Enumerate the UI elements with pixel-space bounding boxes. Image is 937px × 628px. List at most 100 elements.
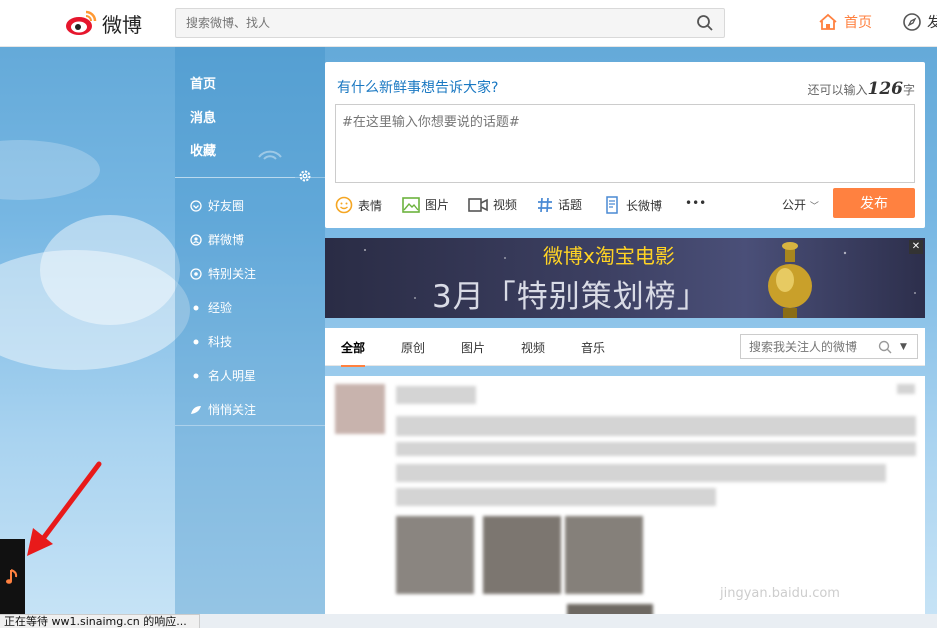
video-icon: [468, 197, 488, 212]
avatar[interactable]: [335, 384, 385, 434]
sidebar-item-friends-circle[interactable]: 好友圈: [190, 197, 244, 214]
sidebar-item-special-follow[interactable]: 特别关注: [190, 265, 256, 282]
long-weibo-button[interactable]: 长微博: [605, 196, 662, 214]
video-label: 视频: [493, 198, 518, 212]
tab-all[interactable]: 全部: [341, 339, 366, 367]
promo-banner[interactable]: 微博x淘宝电影 3月「特别策划榜」 ✕: [325, 238, 925, 318]
top-bar: 微博 首页 发: [0, 0, 937, 47]
compass-icon: [903, 13, 921, 31]
topic-label: 话题: [558, 198, 583, 212]
emoji-icon: [335, 196, 353, 214]
hashtag-icon: [538, 197, 552, 212]
left-sidebar: 首页 消息 收藏 好友圈 群微博 特别关注 经验 科技 名人明星 悄悄关注: [175, 47, 325, 617]
trophy-icon: [768, 242, 812, 318]
search-icon[interactable]: [696, 14, 714, 32]
friends-circle-icon: [190, 199, 202, 212]
compose-box: 有什么新鲜事想告诉大家? 还可以输入126字 表情 图片 视频 话题 长微博 •…: [325, 62, 925, 228]
sidebar-divider: [175, 177, 295, 178]
sidebar-item-label: 经验: [208, 301, 233, 315]
feed-text-line: [396, 416, 916, 436]
sidebar-item-label: 科技: [208, 335, 233, 349]
emoji-label: 表情: [358, 198, 383, 213]
music-note-icon[interactable]: [5, 567, 21, 587]
feed-image[interactable]: [483, 516, 561, 594]
sidebar-item-label: 悄悄关注: [208, 403, 257, 417]
feed-list: [325, 376, 925, 618]
feed-search[interactable]: ▼: [740, 334, 918, 359]
banner-title: 微博x淘宝电影: [543, 244, 675, 268]
weibo-logo[interactable]: 微博: [64, 8, 146, 38]
background-cloud: [40, 215, 180, 325]
sidebar-item-secret-follow[interactable]: 悄悄关注: [190, 401, 256, 418]
video-button[interactable]: 视频: [468, 196, 517, 213]
sidebar-item-tech[interactable]: 科技: [190, 333, 232, 350]
wifi-decoration-icon: [258, 150, 282, 160]
background-cloud: [0, 140, 100, 200]
tab-music[interactable]: 音乐: [581, 339, 605, 356]
global-search[interactable]: [175, 8, 725, 38]
dot-icon: [190, 370, 202, 382]
image-button[interactable]: 图片: [402, 196, 449, 213]
dot-icon: [190, 302, 202, 314]
dot-icon: [190, 336, 202, 348]
sidebar-item-celebrities[interactable]: 名人明星: [190, 367, 256, 384]
tab-videos[interactable]: 视频: [521, 339, 545, 356]
bottom-strip: [200, 614, 937, 628]
sidebar-item-messages[interactable]: 消息: [190, 107, 216, 126]
feed-text-line: [396, 442, 916, 456]
nav-home-link[interactable]: 首页: [818, 12, 872, 32]
secret-follow-icon: [190, 404, 202, 416]
banner-close-button[interactable]: ✕: [909, 240, 923, 254]
music-player-widget[interactable]: [0, 539, 25, 614]
more-tools-button[interactable]: •••: [685, 196, 706, 210]
logo-text: 微博: [102, 12, 142, 37]
chevron-down-icon[interactable]: ▼: [900, 342, 907, 352]
char-counter-prefix: 还可以输入: [807, 83, 868, 97]
sidebar-item-home[interactable]: 首页: [190, 73, 216, 92]
tab-images[interactable]: 图片: [461, 339, 485, 356]
feed-author-name[interactable]: [396, 386, 476, 404]
search-input[interactable]: [186, 16, 686, 30]
long-weibo-label: 长微博: [626, 198, 663, 213]
watermark-brand: Baidu经验: [718, 544, 810, 622]
feed-search-input[interactable]: [749, 339, 874, 354]
sidebar-item-experience[interactable]: 经验: [190, 299, 232, 316]
feed-text-line: [396, 464, 886, 482]
annotation-arrow: [27, 461, 102, 556]
char-counter-value: 126: [867, 79, 903, 99]
tab-original[interactable]: 原创: [401, 339, 425, 356]
feed-image[interactable]: [396, 516, 474, 594]
weibo-eye-icon: [66, 10, 97, 35]
post-button[interactable]: 发布: [833, 188, 915, 218]
image-icon: [402, 196, 420, 213]
nav-discover-label: 发: [927, 15, 937, 31]
sidebar-item-label: 好友圈: [208, 199, 245, 213]
compose-title: 有什么新鲜事想告诉大家?: [337, 80, 499, 96]
search-icon[interactable]: [878, 340, 892, 354]
privacy-label: 公开: [782, 198, 807, 212]
watermark-url: jingyan.baidu.com: [720, 586, 840, 601]
sidebar-item-label: 特别关注: [208, 267, 257, 281]
sidebar-item-group-weibo[interactable]: 群微博: [190, 231, 244, 248]
privacy-dropdown[interactable]: 公开 ﹀: [782, 196, 819, 213]
group-icon: [190, 233, 202, 246]
feed-text-line: [396, 488, 716, 506]
sidebar-item-label: 名人明星: [208, 369, 257, 383]
feed-more-icon[interactable]: [897, 384, 915, 394]
nav-home-label: 首页: [844, 15, 872, 31]
long-post-icon: [606, 196, 618, 214]
gear-icon[interactable]: [298, 169, 312, 183]
banner-subtitle: 3月「特别策划榜」: [432, 279, 709, 315]
sidebar-divider: [175, 425, 325, 426]
compose-textarea[interactable]: [335, 104, 915, 183]
feed-image[interactable]: [565, 516, 643, 594]
home-icon: [819, 13, 837, 30]
topic-button[interactable]: 话题: [537, 196, 582, 213]
sidebar-item-favorites[interactable]: 收藏: [190, 140, 216, 159]
char-counter: 还可以输入126字: [807, 79, 915, 99]
chevron-down-icon: ﹀: [809, 202, 819, 212]
browser-status-bar: 正在等待 ww1.sinaimg.cn 的响应...: [0, 614, 200, 628]
special-follow-icon: [190, 267, 202, 280]
nav-discover-link[interactable]: 发: [902, 12, 937, 32]
emoji-button[interactable]: 表情: [335, 196, 382, 214]
